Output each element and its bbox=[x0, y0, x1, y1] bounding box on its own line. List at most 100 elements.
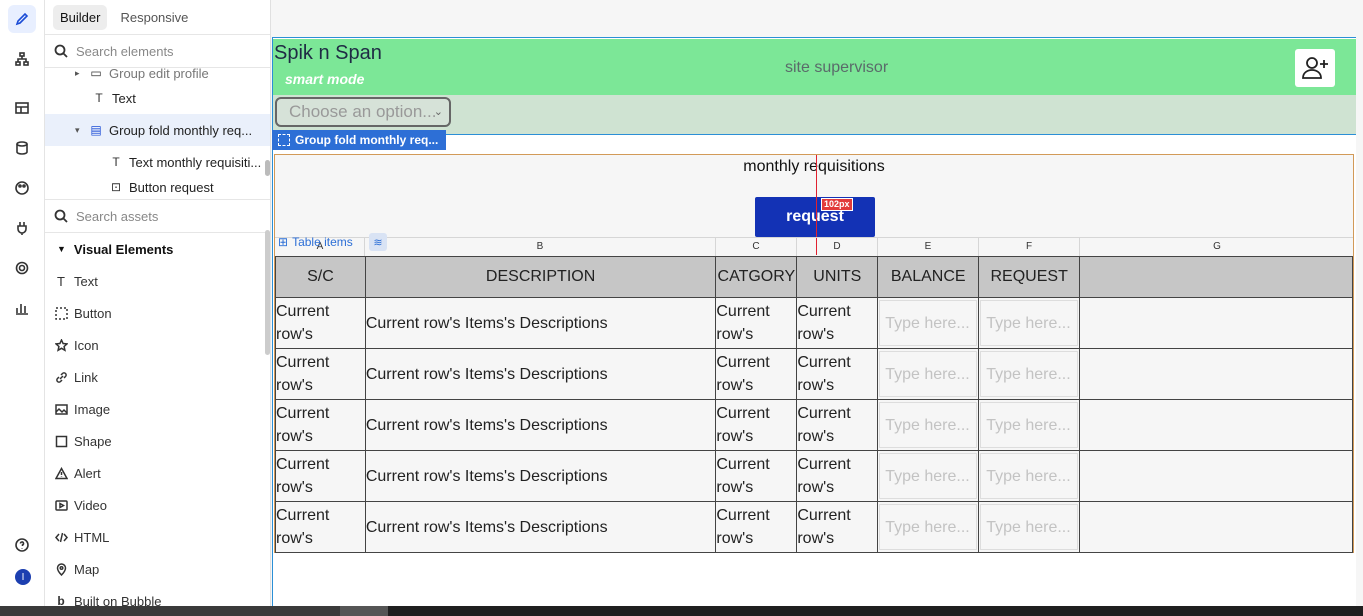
option-dropdown[interactable]: Choose an option... ⌄ bbox=[275, 97, 451, 127]
element-alert[interactable]: Alert bbox=[45, 457, 270, 489]
tree-item-label: Group edit profile bbox=[109, 68, 209, 81]
header-empty bbox=[1079, 256, 1353, 298]
header-sc: S/C bbox=[275, 256, 366, 298]
add-user-button[interactable] bbox=[1295, 49, 1335, 87]
styles-palette-icon[interactable] bbox=[8, 174, 36, 202]
header-description: DESCRIPTION bbox=[364, 256, 717, 298]
element-label: Alert bbox=[74, 465, 101, 481]
cell-description: Current row's Items's Descriptions bbox=[364, 501, 717, 553]
tab-responsive[interactable]: Responsive bbox=[113, 5, 195, 30]
element-image[interactable]: Image bbox=[45, 393, 270, 425]
balance-input[interactable]: Type here... bbox=[879, 504, 978, 550]
user-avatar[interactable]: I bbox=[15, 569, 31, 585]
cell-units: Current row's bbox=[796, 450, 879, 502]
cell-category: Current row's bbox=[715, 450, 798, 502]
assets-scrollbar[interactable] bbox=[265, 230, 270, 355]
category-label: Visual Elements bbox=[73, 241, 174, 257]
settings-gear-icon[interactable] bbox=[8, 254, 36, 282]
column-divider bbox=[715, 238, 716, 257]
visual-elements-category[interactable]: ▼ Visual Elements bbox=[45, 233, 270, 265]
button-icon bbox=[54, 306, 68, 320]
element-label: Built on Bubble bbox=[74, 593, 162, 607]
tree-item-group-fold-monthly[interactable]: ▾ ▤ Group fold monthly req... bbox=[45, 114, 270, 146]
app-header[interactable]: Spik n Span smart mode site supervisor bbox=[273, 39, 1356, 95]
tree-scrollbar[interactable] bbox=[265, 160, 270, 176]
column-divider bbox=[796, 238, 797, 257]
request-button[interactable]: request bbox=[755, 197, 875, 237]
column-divider bbox=[1079, 238, 1080, 257]
element-label: Shape bbox=[74, 433, 112, 449]
cell-category: Current row's bbox=[715, 297, 798, 349]
element-icon[interactable]: Icon bbox=[45, 329, 270, 361]
balance-input[interactable]: Type here... bbox=[879, 402, 978, 448]
request-input[interactable]: Type here... bbox=[980, 402, 1079, 448]
table-row: Current row's Current row's Items's Desc… bbox=[275, 501, 1353, 553]
element-button[interactable]: Button bbox=[45, 297, 270, 329]
brand-title: Spik n Span bbox=[274, 42, 382, 64]
element-label: Video bbox=[74, 497, 108, 513]
column-letter: B bbox=[536, 241, 544, 252]
element-map[interactable]: Map bbox=[45, 553, 270, 585]
cell-empty bbox=[1079, 297, 1353, 349]
tree-item-text-monthly[interactable]: T Text monthly requisiti... bbox=[45, 146, 270, 178]
element-text[interactable]: T Text bbox=[45, 265, 270, 297]
column-letter: G bbox=[1213, 241, 1221, 252]
cell-balance: Type here... bbox=[877, 348, 980, 400]
balance-input[interactable]: Type here... bbox=[879, 300, 978, 346]
editor-tabs: Builder Responsive bbox=[45, 0, 270, 34]
caret-down-icon[interactable]: ▾ bbox=[75, 125, 85, 136]
caret-right-icon[interactable]: ▸ bbox=[75, 68, 85, 79]
database-icon[interactable] bbox=[8, 134, 36, 162]
tree-item-text[interactable]: T Text bbox=[45, 82, 270, 114]
cell-category: Current row's bbox=[715, 399, 798, 451]
tree-item-button-request[interactable]: ⊡ Button request bbox=[45, 178, 270, 196]
cell-description: Current row's Items's Descriptions bbox=[364, 297, 717, 349]
image-icon bbox=[54, 403, 68, 416]
items-table: S/C DESCRIPTION CATGORY UNITS BALANCE RE… bbox=[275, 256, 1353, 553]
cell-request: Type here... bbox=[978, 399, 1081, 451]
layers-icon[interactable]: ≋ bbox=[369, 233, 387, 251]
tree-item-group-edit-profile[interactable]: ▸ ▭ Group edit profile bbox=[45, 68, 270, 82]
request-input[interactable]: Type here... bbox=[980, 351, 1079, 397]
element-label: Map bbox=[74, 561, 100, 577]
layout-icon[interactable] bbox=[8, 94, 36, 122]
filter-bar: Choose an option... ⌄ bbox=[273, 95, 1356, 135]
element-shape[interactable]: Shape bbox=[45, 425, 270, 457]
cell-category: Current row's bbox=[715, 501, 798, 553]
selection-badge[interactable]: Group fold monthly req... bbox=[272, 130, 447, 150]
request-input[interactable]: Type here... bbox=[980, 453, 1079, 499]
cell-units: Current row's bbox=[796, 501, 879, 553]
table-label-text: Table items bbox=[292, 235, 353, 249]
element-label: Link bbox=[74, 369, 98, 385]
design-pencil-icon[interactable] bbox=[8, 5, 36, 33]
search-assets-input[interactable]: Search assets bbox=[45, 199, 270, 233]
element-html[interactable]: HTML bbox=[45, 521, 270, 553]
cell-balance: Type here... bbox=[877, 297, 980, 349]
group-monthly-requisitions[interactable]: monthly requisitions request 102px A B C… bbox=[274, 154, 1354, 553]
header-category: CATGORY bbox=[715, 256, 798, 298]
cell-description: Current row's Items's Descriptions bbox=[364, 348, 717, 400]
tab-builder[interactable]: Builder bbox=[53, 4, 108, 30]
text-icon: T bbox=[112, 155, 120, 169]
logs-chart-icon[interactable] bbox=[8, 294, 36, 322]
element-link[interactable]: Link bbox=[45, 361, 270, 393]
element-tree-icon[interactable] bbox=[8, 45, 36, 73]
balance-input[interactable]: Type here... bbox=[879, 453, 978, 499]
request-input[interactable]: Type here... bbox=[980, 504, 1079, 550]
search-elements-input[interactable]: Search elements bbox=[45, 34, 270, 68]
column-letter: D bbox=[833, 241, 841, 252]
element-label: Button bbox=[74, 305, 112, 321]
table-items-label[interactable]: ⊞ Table items bbox=[278, 235, 353, 249]
map-pin-icon bbox=[54, 562, 68, 576]
element-video[interactable]: Video bbox=[45, 489, 270, 521]
editor-side-panel: Builder Responsive Search elements ▸ ▭ G… bbox=[45, 0, 271, 606]
request-input[interactable]: Type here... bbox=[980, 300, 1079, 346]
table-row: Current row's Current row's Items's Desc… bbox=[275, 348, 1353, 400]
plugins-plug-icon[interactable] bbox=[8, 214, 36, 242]
balance-input[interactable]: Type here... bbox=[879, 351, 978, 397]
cell-category: Current row's bbox=[715, 348, 798, 400]
help-question-icon[interactable] bbox=[8, 531, 36, 559]
element-label: Image bbox=[74, 401, 111, 417]
element-built-on-bubble[interactable]: b Built on Bubble bbox=[45, 585, 270, 607]
table-row: Current row's Current row's Items's Desc… bbox=[275, 450, 1353, 502]
